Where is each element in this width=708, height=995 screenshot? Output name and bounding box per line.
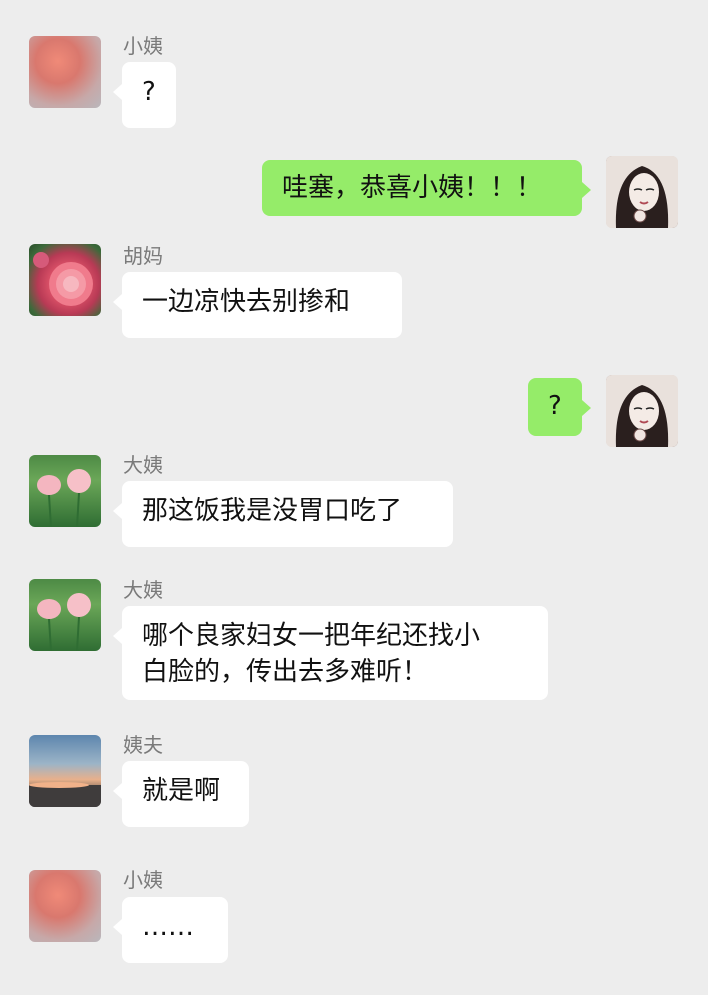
avatar[interactable] [29, 870, 101, 942]
avatar[interactable] [29, 455, 101, 527]
message-text: …… [142, 912, 194, 942]
sender-name: 大姨 [123, 453, 163, 477]
message-bubble[interactable]: 就是啊 [113, 761, 249, 827]
avatar[interactable] [29, 244, 101, 316]
message-bubble[interactable]: 哪个良家妇女一把年纪还找小 白脸的，传出去多难听！ [113, 606, 548, 700]
sender-name: 姨夫 [123, 733, 163, 757]
avatar[interactable] [29, 579, 101, 651]
message-text-line: 哪个良家妇女一把年纪还找小 [142, 621, 481, 651]
message-text: 就是啊 [142, 776, 221, 806]
woman-portrait-icon [606, 156, 678, 228]
message-text-line: 白脸的，传出去多难听！ [142, 657, 429, 687]
avatar[interactable] [29, 36, 101, 108]
message-bubble[interactable]: ? [528, 378, 591, 436]
sunset-icon [29, 782, 101, 807]
avatar[interactable] [606, 375, 678, 447]
sender-name: 大姨 [123, 578, 163, 602]
message-text: ? [142, 77, 156, 107]
avatar[interactable] [29, 735, 101, 807]
woman-portrait-icon [606, 375, 678, 447]
sender-name: 胡妈 [123, 244, 163, 268]
sender-name: 小姨 [123, 34, 163, 58]
message-text: 一边凉快去别掺和 [142, 287, 351, 317]
message-bubble[interactable]: 哇塞，恭喜小姨！！！ [262, 160, 591, 216]
message-bubble[interactable]: 那这饭我是没胃口吃了 [113, 481, 453, 547]
message-bubble[interactable]: 一边凉快去别掺和 [113, 272, 402, 338]
message-text: 哇塞，恭喜小姨！！！ [282, 173, 543, 203]
sender-name: 小姨 [123, 868, 163, 892]
message-text: 那这饭我是没胃口吃了 [142, 496, 403, 526]
message-bubble[interactable]: …… [113, 897, 228, 963]
flower-icon [33, 252, 93, 306]
message-text: ? [548, 391, 562, 421]
avatar[interactable] [606, 156, 678, 228]
message-bubble[interactable]: ? [113, 62, 176, 128]
lotus-icon [37, 593, 91, 651]
lotus-icon [37, 469, 91, 527]
